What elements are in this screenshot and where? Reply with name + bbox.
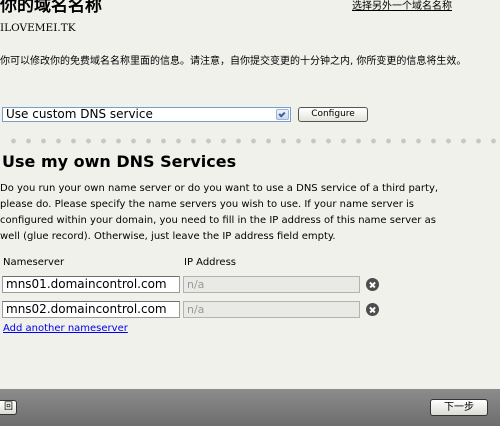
choose-another-domain-link[interactable]: 选择另外一个域名名称 xyxy=(352,0,452,12)
ip-address-input-2[interactable]: n/a xyxy=(183,301,360,318)
domain-settings-page: 你的域名名称 选择另外一个域名名称 ILOVEMEI.TK 你可以修改你的免费域… xyxy=(0,0,500,426)
next-step-button[interactable]: 下一步 xyxy=(430,399,488,416)
ip-address-column-header: IP Address xyxy=(184,257,236,268)
footer-bar: 回 下一步 xyxy=(0,389,500,426)
nameserver-input-2[interactable]: mns02.domaincontrol.com xyxy=(2,301,180,318)
dns-service-selected: Use custom DNS service xyxy=(6,106,153,121)
nameserver-column-header: Nameserver xyxy=(3,257,65,268)
dotted-divider xyxy=(6,137,500,145)
nameserver-input-1[interactable]: mns01.domaincontrol.com xyxy=(2,276,180,293)
remove-nameserver-1-icon[interactable] xyxy=(366,278,379,291)
ip-address-input-1[interactable]: n/a xyxy=(183,276,360,293)
dns-service-row: Use custom DNS service Configure xyxy=(2,106,368,122)
configure-button[interactable]: Configure xyxy=(298,106,368,122)
chevron-down-icon[interactable] xyxy=(276,108,289,120)
add-nameserver-link[interactable]: Add another nameserver xyxy=(3,323,128,334)
remove-nameserver-2-icon[interactable] xyxy=(366,303,379,316)
section-description: Do you run your own name server or do yo… xyxy=(0,183,439,242)
dns-service-select[interactable]: Use custom DNS service xyxy=(2,106,291,122)
section-title: Use my own DNS Services xyxy=(2,152,237,171)
domain-name: ILOVEMEI.TK xyxy=(0,22,76,34)
back-button[interactable]: 回 xyxy=(0,400,17,415)
page-title: 你的域名名称 xyxy=(0,0,102,16)
intro-text: 你可以修改你的免费域名名称里面的信息。请注意，自你提交变更的十分钟之内, 你所变… xyxy=(0,56,467,67)
